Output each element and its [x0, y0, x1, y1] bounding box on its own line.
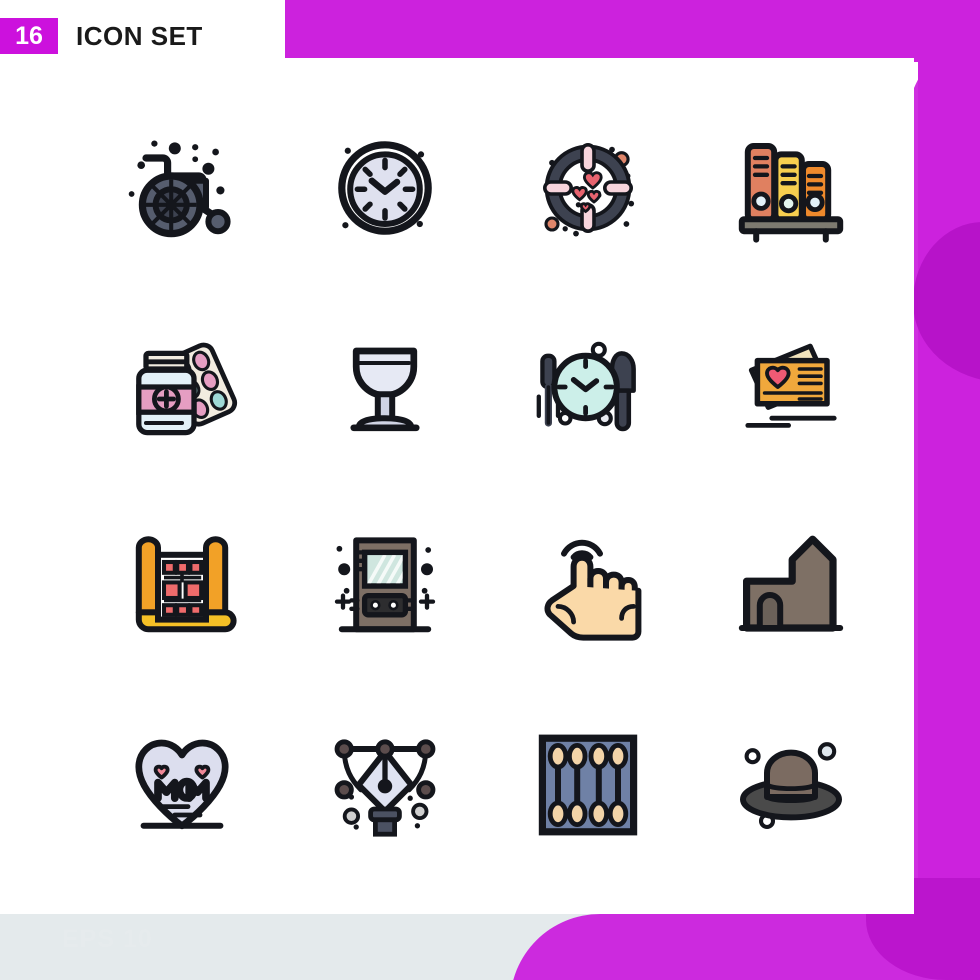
- icon-cell-mom-heart[interactable]: [80, 685, 283, 884]
- cotton-swabs-icon: [538, 734, 637, 835]
- page-title: ICON SET: [76, 20, 203, 51]
- icon-cell-love-target[interactable]: [486, 88, 689, 287]
- icon-card: [58, 58, 914, 914]
- background-shape-right: [918, 0, 980, 980]
- tap-hand-icon: [544, 539, 641, 641]
- wheelchair-icon: [128, 139, 231, 237]
- icon-cell-love-letters[interactable]: [689, 287, 892, 486]
- icon-cell-medicine[interactable]: [80, 287, 283, 486]
- archive-shelf-icon: [738, 142, 843, 243]
- icon-cell-blueprint[interactable]: [80, 486, 283, 685]
- icon-cell-goblet[interactable]: [283, 287, 486, 486]
- hat-icon: [739, 741, 842, 829]
- love-target-icon: [542, 142, 634, 236]
- church-icon: [738, 535, 843, 632]
- eps-version-label: EPS 10: [62, 925, 153, 953]
- icon-set-poster: 16 ICON SET EPS 10: [0, 0, 980, 980]
- arcade-machine-icon: [334, 536, 435, 632]
- mom-heart-icon: [134, 739, 229, 829]
- medicine-icon: [135, 342, 237, 435]
- icon-cell-wall-clock[interactable]: [283, 88, 486, 287]
- love-letters-icon: [744, 343, 837, 428]
- icon-grid: [58, 58, 914, 914]
- icon-count-badge: 16: [0, 18, 58, 54]
- pen-tool-icon: [334, 738, 435, 837]
- icon-cell-arcade-machine[interactable]: [283, 486, 486, 685]
- dinner-time-icon: [536, 341, 636, 431]
- icon-cell-church[interactable]: [689, 486, 892, 685]
- poster-header: 16 ICON SET: [0, 18, 203, 54]
- icon-cell-pen-tool[interactable]: [283, 685, 486, 884]
- blueprint-icon: [135, 535, 237, 632]
- icon-cell-cotton-swabs[interactable]: [486, 685, 689, 884]
- icon-cell-archive-shelf[interactable]: [689, 88, 892, 287]
- icon-cell-tap-hand[interactable]: [486, 486, 689, 685]
- goblet-icon: [349, 347, 420, 431]
- icon-cell-hat[interactable]: [689, 685, 892, 884]
- wall-clock-icon: [337, 140, 432, 235]
- icon-cell-wheelchair[interactable]: [80, 88, 283, 287]
- icon-cell-dinner-time[interactable]: [486, 287, 689, 486]
